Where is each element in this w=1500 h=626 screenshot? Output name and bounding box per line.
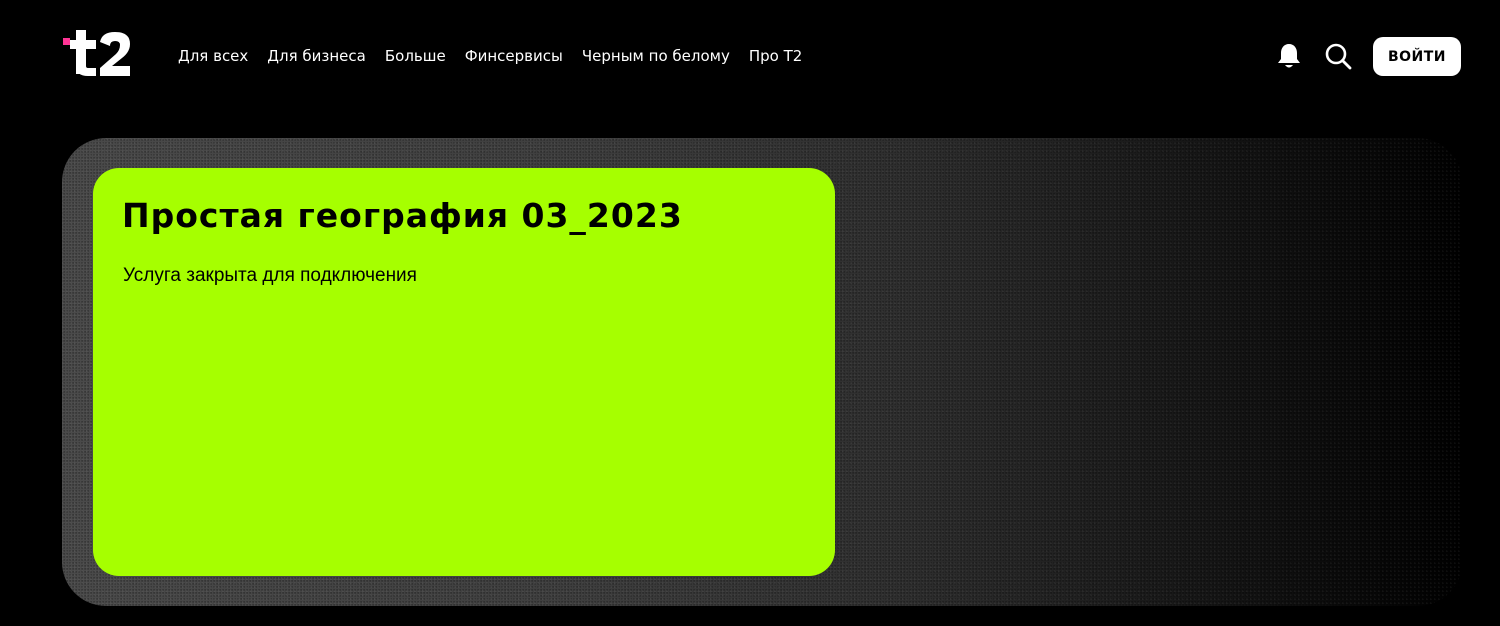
promo-banner: Простая география 03_2023 Услуга закрыта… bbox=[62, 138, 1462, 606]
tariff-card: Простая география 03_2023 Услуга закрыта… bbox=[93, 168, 835, 576]
nav-item-finservices[interactable]: Финсервисы bbox=[465, 44, 563, 68]
bell-icon[interactable] bbox=[1276, 42, 1302, 70]
nav-item-black-on-white[interactable]: Черным по белому bbox=[582, 44, 730, 68]
nav-item-for-all[interactable]: Для всех bbox=[178, 44, 248, 68]
main-nav: Для всех Для бизнеса Больше Финсервисы Ч… bbox=[178, 44, 821, 68]
search-icon[interactable] bbox=[1324, 42, 1352, 70]
site-header: Для всех Для бизнеса Больше Финсервисы Ч… bbox=[0, 0, 1500, 112]
login-button[interactable]: ВОЙТИ bbox=[1373, 37, 1461, 76]
tariff-status: Услуга закрыта для подключения bbox=[123, 265, 417, 286]
nav-item-more[interactable]: Больше bbox=[385, 44, 446, 68]
logo-accent-square bbox=[63, 38, 70, 45]
nav-item-for-business[interactable]: Для бизнеса bbox=[267, 44, 366, 68]
tariff-title: Простая география 03_2023 bbox=[122, 196, 683, 235]
nav-item-about-t2[interactable]: Про Т2 bbox=[749, 44, 802, 68]
t2-logo-icon[interactable] bbox=[62, 28, 134, 80]
